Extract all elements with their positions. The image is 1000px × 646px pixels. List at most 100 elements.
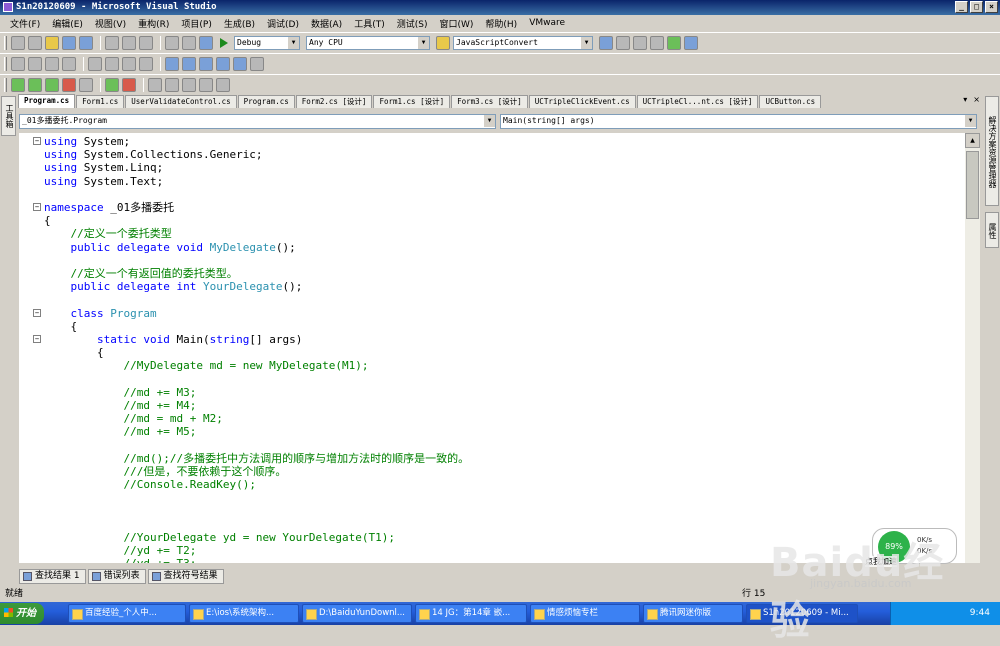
taskbar-item-tencent-mini[interactable]: 腾讯网迷你版 — [643, 604, 743, 623]
redo-icon[interactable] — [182, 35, 196, 50]
breakpoints-window-icon[interactable] — [199, 77, 213, 92]
tab-form1-cs[interactable]: Form1.cs — [76, 95, 125, 108]
properties-window-icon[interactable] — [616, 35, 630, 50]
tab-program-cs[interactable]: Program.cs — [18, 94, 76, 108]
tab-uservalidatecontrol-cs[interactable]: UserValidateControl.cs — [125, 95, 237, 108]
menu-tools[interactable]: 工具(T) — [350, 17, 393, 30]
tab-form3-design[interactable]: Form3.cs [设计] — [451, 95, 528, 108]
previous-bookmark-icon[interactable] — [182, 56, 196, 71]
code-editor[interactable]: using System; using System.Collections.Ge… — [19, 133, 965, 563]
cut-icon[interactable] — [105, 35, 119, 50]
maximize-button[interactable]: □ — [970, 1, 983, 13]
menu-project[interactable]: 项目(P) — [177, 17, 219, 30]
solution-platform-select[interactable]: Any CPU ▼ — [306, 35, 430, 50]
menu-data[interactable]: 数据(A) — [307, 17, 350, 30]
comment-out-icon[interactable] — [122, 56, 136, 71]
active-files-dropdown-icon[interactable]: ▾ — [963, 95, 967, 104]
next-bookmark-in-folder-icon[interactable] — [233, 56, 247, 71]
copy-icon[interactable] — [122, 35, 136, 50]
tab-find-results[interactable]: 查找结果 1 — [19, 569, 86, 584]
taskbar-item-baiduyun-download[interactable]: D:\BaiduYunDownl... — [302, 604, 412, 623]
taskbar-item-visual-studio[interactable]: S1n20120609 - Mi... — [746, 604, 858, 623]
start-debugging-icon[interactable] — [220, 37, 228, 48]
command-window-icon[interactable] — [684, 35, 698, 50]
menu-vmware[interactable]: VMware — [525, 18, 573, 28]
continue-icon[interactable] — [11, 77, 25, 92]
next-bookmark-icon[interactable] — [199, 56, 213, 71]
add-item-icon[interactable] — [28, 35, 42, 50]
navigate-back-icon[interactable] — [199, 35, 213, 50]
increase-indent-icon[interactable] — [105, 56, 119, 71]
stop-debugging-icon[interactable] — [62, 77, 76, 92]
display-object-list-icon[interactable] — [11, 56, 25, 71]
start-page-icon[interactable] — [667, 35, 681, 50]
toggle-bookmark-icon[interactable] — [165, 56, 179, 71]
tab-uctripleclickevent-cs[interactable]: UCTripleClickEvent.cs — [528, 95, 636, 108]
save-all-icon[interactable] — [79, 35, 93, 50]
previous-bookmark-in-folder-icon[interactable] — [216, 56, 230, 71]
menu-view[interactable]: 视图(V) — [91, 17, 134, 30]
tab-find-symbol-results[interactable]: 查找符号结果 — [147, 569, 224, 584]
menu-file[interactable]: 文件(F) — [6, 17, 48, 30]
toolbox-icon[interactable] — [650, 35, 664, 50]
menu-refactor[interactable]: 重构(R) — [134, 17, 177, 30]
solution-explorer-tab[interactable]: 解决方案资源管理器 — [985, 96, 999, 206]
collapse-icon[interactable]: − — [33, 308, 41, 317]
menu-build[interactable]: 生成(B) — [220, 17, 263, 30]
display-parameter-info-icon[interactable] — [28, 56, 42, 71]
tab-form2-design[interactable]: Form2.cs [设计] — [295, 95, 373, 108]
close-button[interactable]: × — [985, 1, 998, 13]
toolbar-grip[interactable] — [4, 56, 7, 71]
collapse-icon[interactable]: − — [33, 137, 41, 145]
toolbar-grip[interactable] — [4, 35, 7, 50]
solution-configuration-select[interactable]: Debug ▼ — [234, 35, 300, 50]
start-button[interactable]: 开始 — [0, 603, 44, 624]
menu-window[interactable]: 窗口(W) — [435, 17, 481, 30]
step-into-icon[interactable] — [28, 77, 42, 92]
decrease-indent-icon[interactable] — [88, 56, 102, 71]
tab-error-list[interactable]: 错误列表 — [87, 569, 146, 584]
menu-edit[interactable]: 编辑(E) — [48, 17, 91, 30]
call-stack-icon[interactable] — [216, 77, 230, 92]
object-browser-icon[interactable] — [633, 35, 647, 50]
show-next-statement-icon[interactable] — [165, 77, 179, 92]
paste-icon[interactable] — [139, 35, 153, 50]
clear-bookmarks-icon[interactable] — [250, 56, 264, 71]
taskbar-item-emotion-column[interactable]: 情感烦恼专栏 — [530, 604, 640, 623]
member-select[interactable]: Main(string[] args) ▼ — [500, 114, 977, 129]
open-file-icon[interactable] — [45, 35, 59, 50]
scroll-up-button[interactable]: ▲ — [965, 133, 980, 148]
menu-test[interactable]: 测试(S) — [393, 17, 436, 30]
clock[interactable]: 9:44 — [970, 608, 990, 618]
tab-ucbutton-cs[interactable]: UCButton.cs — [759, 95, 822, 108]
tab-uctriplecl-design[interactable]: UCTripleCl...nt.cs [设计] — [636, 95, 759, 108]
new-project-icon[interactable] — [11, 35, 25, 50]
save-icon[interactable] — [62, 35, 76, 50]
scroll-thumb[interactable] — [966, 151, 979, 219]
solution-explorer-icon[interactable] — [599, 35, 613, 50]
breakpoint-icon[interactable] — [122, 77, 136, 92]
menu-help[interactable]: 帮助(H) — [481, 17, 525, 30]
minimize-button[interactable]: _ — [955, 1, 968, 13]
step-over-icon[interactable] — [45, 77, 59, 92]
uncomment-icon[interactable] — [139, 56, 153, 71]
taskbar-item-system-architecture[interactable]: E:\ios\系统架构... — [189, 604, 299, 623]
tab-program-cs-2[interactable]: Program.cs — [237, 95, 295, 108]
menu-debug[interactable]: 调试(D) — [263, 17, 307, 30]
collapse-icon[interactable]: − — [33, 203, 41, 211]
restart-icon[interactable] — [79, 77, 93, 92]
run-icon[interactable] — [105, 77, 119, 92]
taskbar-item-baidu-experience[interactable]: 百度经验_个人中... — [68, 604, 186, 623]
find-in-files-icon[interactable] — [436, 35, 450, 50]
tab-form1-design[interactable]: Form1.cs [设计] — [373, 95, 451, 108]
close-document-icon[interactable]: × — [973, 95, 980, 104]
network-speed-widget[interactable]: 89% 0K/s 0K/s 点我加速 — [865, 528, 957, 567]
type-select[interactable]: _01多播委托.Program ▼ — [19, 114, 496, 129]
properties-tab[interactable]: 属性 — [985, 212, 999, 248]
step-out-icon[interactable] — [148, 77, 162, 92]
undo-icon[interactable] — [165, 35, 179, 50]
toolbar-grip[interactable] — [4, 77, 7, 92]
display-quick-info-icon[interactable] — [45, 56, 59, 71]
toolbox-tab[interactable]: 工具箱 — [1, 96, 16, 136]
taskbar-item-chapter-14[interactable]: 14 JG：第14章 嵌... — [415, 604, 527, 623]
